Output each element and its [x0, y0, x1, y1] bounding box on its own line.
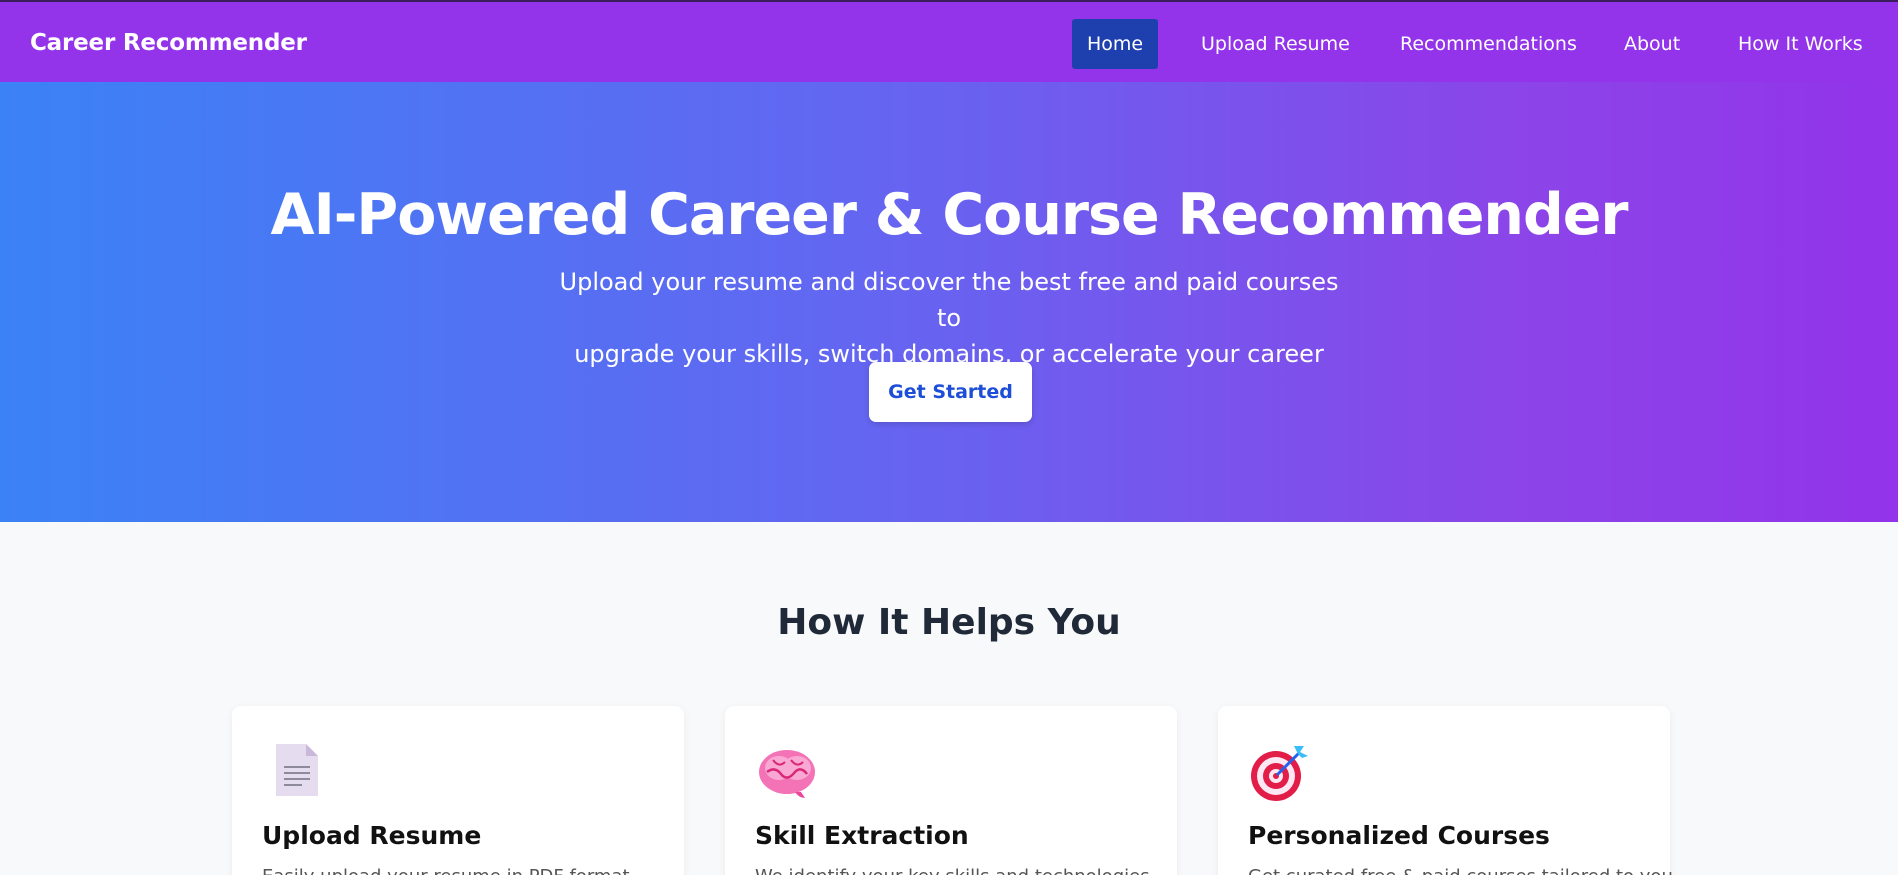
hero-subtitle-line-1: Upload your resume and discover the best…: [559, 268, 1339, 332]
nav-how-it-works[interactable]: How It Works: [1723, 19, 1878, 69]
brain-icon: [755, 738, 819, 802]
brand-logo[interactable]: Career Recommender: [30, 30, 307, 56]
navbar: Career Recommender Home Upload Resume Re…: [0, 0, 1898, 82]
card-title: Skill Extraction: [755, 821, 969, 850]
document-icon: [262, 738, 326, 802]
nav-upload-resume[interactable]: Upload Resume: [1186, 19, 1365, 69]
hero-title: AI-Powered Career & Course Recommender: [270, 182, 1628, 248]
nav-recommendations[interactable]: Recommendations: [1385, 19, 1592, 69]
nav-home[interactable]: Home: [1072, 19, 1159, 69]
card-description: Get curated free & paid courses tailored…: [1248, 866, 1679, 875]
feature-card-upload: Upload Resume Easily upload your resume …: [232, 706, 684, 875]
target-icon: [1248, 738, 1312, 802]
card-title: Upload Resume: [262, 821, 482, 850]
feature-card-skills: Skill Extraction We identify your key sk…: [725, 706, 1177, 875]
card-title: Personalized Courses: [1248, 821, 1550, 850]
hero-section: AI-Powered Career & Course Recommender U…: [0, 82, 1898, 522]
card-description: Easily upload your resume in PDF format.: [262, 866, 662, 875]
feature-card-courses: Personalized Courses Get curated free & …: [1218, 706, 1679, 875]
nav-about[interactable]: About: [1609, 19, 1695, 69]
section-title: How It Helps You: [777, 602, 1121, 643]
get-started-button[interactable]: Get Started: [869, 362, 1032, 422]
card-description: We identify your key skills and technolo…: [755, 866, 1155, 875]
